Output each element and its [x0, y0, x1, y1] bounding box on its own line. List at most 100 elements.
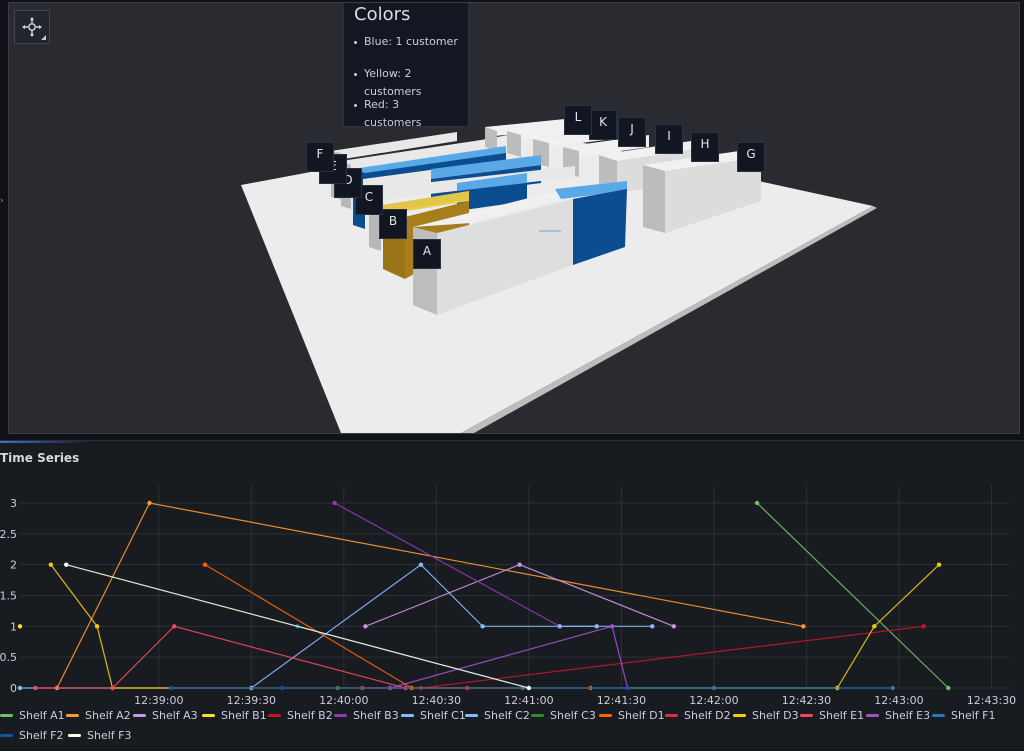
legend-shelf-b3[interactable]: Shelf B3	[334, 709, 399, 722]
time-series-chart[interactable]: 0 0.5 1 1.5 2 2.5 3 12:39:00 12:39:30 12:40:00 12:…	[0, 441, 1024, 751]
legend-label: Shelf B1	[221, 709, 267, 722]
legend-shelf-a1[interactable]: Shelf A1	[0, 709, 65, 722]
shelf-label-b[interactable]: B	[379, 209, 407, 239]
legend-item-yellow: Yellow: 2 customers	[354, 65, 458, 98]
legend-shelf-d3[interactable]: Shelf D3	[733, 709, 799, 722]
x-tick-label: 12:39:00	[134, 694, 183, 707]
shelf-label-l[interactable]: L	[564, 105, 592, 135]
data-point	[711, 685, 717, 691]
x-tick-label: 12:41:00	[504, 694, 553, 707]
legend-label: Shelf F1	[951, 709, 996, 722]
legend-label: Shelf F3	[87, 729, 132, 742]
legend-swatch	[0, 714, 13, 717]
legend-shelf-d2[interactable]: Shelf D2	[665, 709, 731, 722]
legend-swatch	[0, 734, 13, 737]
legend-shelf-e1[interactable]: Shelf E1	[800, 709, 864, 722]
x-tick-label: 12:40:00	[319, 694, 368, 707]
data-point	[609, 624, 615, 629]
legend-shelf-c1[interactable]: Shelf C1	[401, 709, 466, 722]
y-tick-label: 0	[10, 682, 17, 695]
data-point	[557, 624, 562, 629]
data-point	[517, 562, 522, 567]
legend-swatch	[733, 714, 746, 717]
legend-shelf-f1[interactable]: Shelf F1	[932, 709, 995, 722]
legend-swatch	[531, 714, 544, 717]
data-point	[754, 500, 760, 506]
x-tick-label: 12:40:30	[412, 694, 461, 707]
legend-label: Shelf D1	[618, 709, 665, 722]
legend-shelf-f2[interactable]: Shelf F2	[0, 729, 63, 742]
legend-label: Shelf C2	[484, 709, 530, 722]
shelf-label-k[interactable]: K	[589, 110, 617, 140]
shelf-label-h[interactable]: H	[691, 132, 719, 162]
y-tick-label: 2	[10, 559, 17, 572]
data-point	[168, 685, 174, 691]
legend-label: Shelf C3	[550, 709, 596, 722]
legend-swatch	[932, 714, 945, 717]
data-point	[526, 685, 532, 691]
legend-label: Shelf B3	[353, 709, 399, 722]
legend-shelf-e3[interactable]: Shelf E3	[866, 709, 930, 722]
legend-shelf-b1[interactable]: Shelf B1	[202, 709, 267, 722]
data-point	[801, 624, 806, 629]
side-expand-icon[interactable]: ›	[0, 196, 4, 206]
x-tick-label: 12:43:30	[967, 694, 1016, 707]
data-point	[202, 562, 208, 567]
data-point	[33, 685, 38, 691]
data-point	[332, 500, 337, 506]
data-point	[17, 685, 23, 691]
y-tick-label: 1	[10, 620, 17, 633]
legend-label: Shelf A2	[85, 709, 131, 722]
data-point	[890, 685, 896, 691]
x-tick-label: 12:42:30	[782, 694, 831, 707]
x-tick-label: 12:39:30	[227, 694, 276, 707]
legend-swatch	[465, 714, 478, 717]
data-point	[625, 685, 630, 691]
legend-shelf-a2[interactable]: Shelf A2	[66, 709, 131, 722]
legend-label: Shelf A1	[19, 709, 65, 722]
legend-label: Shelf D2	[684, 709, 731, 722]
legend-swatch	[334, 714, 347, 717]
data-point	[671, 624, 677, 629]
legend-shelf-c3[interactable]: Shelf C3	[531, 709, 596, 722]
shelf-label-f[interactable]: F	[306, 142, 334, 172]
data-point	[936, 562, 942, 567]
legend-swatch	[68, 734, 81, 737]
legend-item-blue: Blue: 1 customer	[354, 33, 458, 65]
legend-label: Shelf E1	[819, 709, 865, 722]
shelf-label-j[interactable]: J	[618, 117, 646, 147]
data-point	[480, 624, 485, 629]
legend-shelf-d1[interactable]: Shelf D1	[599, 709, 665, 722]
legend-shelf-b2[interactable]: Shelf B2	[268, 709, 333, 722]
data-point	[17, 624, 23, 629]
data-point	[418, 562, 424, 567]
data-point	[94, 624, 100, 629]
y-tick-label: 2.5	[0, 528, 17, 541]
legend-swatch	[133, 714, 146, 717]
navigation-control[interactable]	[14, 10, 50, 44]
legend-swatch	[866, 714, 879, 717]
legend-swatch	[599, 714, 612, 717]
legend-shelf-f3[interactable]: Shelf F3	[68, 729, 131, 742]
data-point	[64, 562, 69, 567]
y-tick-label: 3	[10, 497, 17, 510]
data-point	[921, 624, 926, 629]
legend-item-red: Red: 3 customers	[354, 96, 458, 129]
warehouse-3d-scene[interactable]: Colors Blue: 1 customer Yellow: 2 custom…	[8, 2, 1020, 434]
shelf-label-g[interactable]: G	[737, 142, 765, 172]
data-point	[594, 624, 599, 629]
shelf-label-i[interactable]: I	[655, 124, 683, 154]
data-point	[650, 624, 655, 629]
data-point	[363, 624, 368, 629]
shelf-label-a[interactable]: A	[413, 239, 441, 269]
legend-swatch	[401, 714, 414, 717]
data-point	[279, 685, 285, 691]
legend-shelf-a3[interactable]: Shelf A3	[133, 709, 198, 722]
legend-swatch	[202, 714, 215, 717]
color-legend: Colors Blue: 1 customer Yellow: 2 custom…	[343, 3, 469, 129]
legend-shelf-c2[interactable]: Shelf C2	[465, 709, 530, 722]
data-point	[147, 500, 152, 506]
time-series-panel: Time Series 0 0.5 1 1.5 2 2.5 3 12:39:00 12:39:3…	[0, 440, 1024, 750]
data-point	[946, 685, 951, 691]
data-point	[110, 685, 115, 691]
